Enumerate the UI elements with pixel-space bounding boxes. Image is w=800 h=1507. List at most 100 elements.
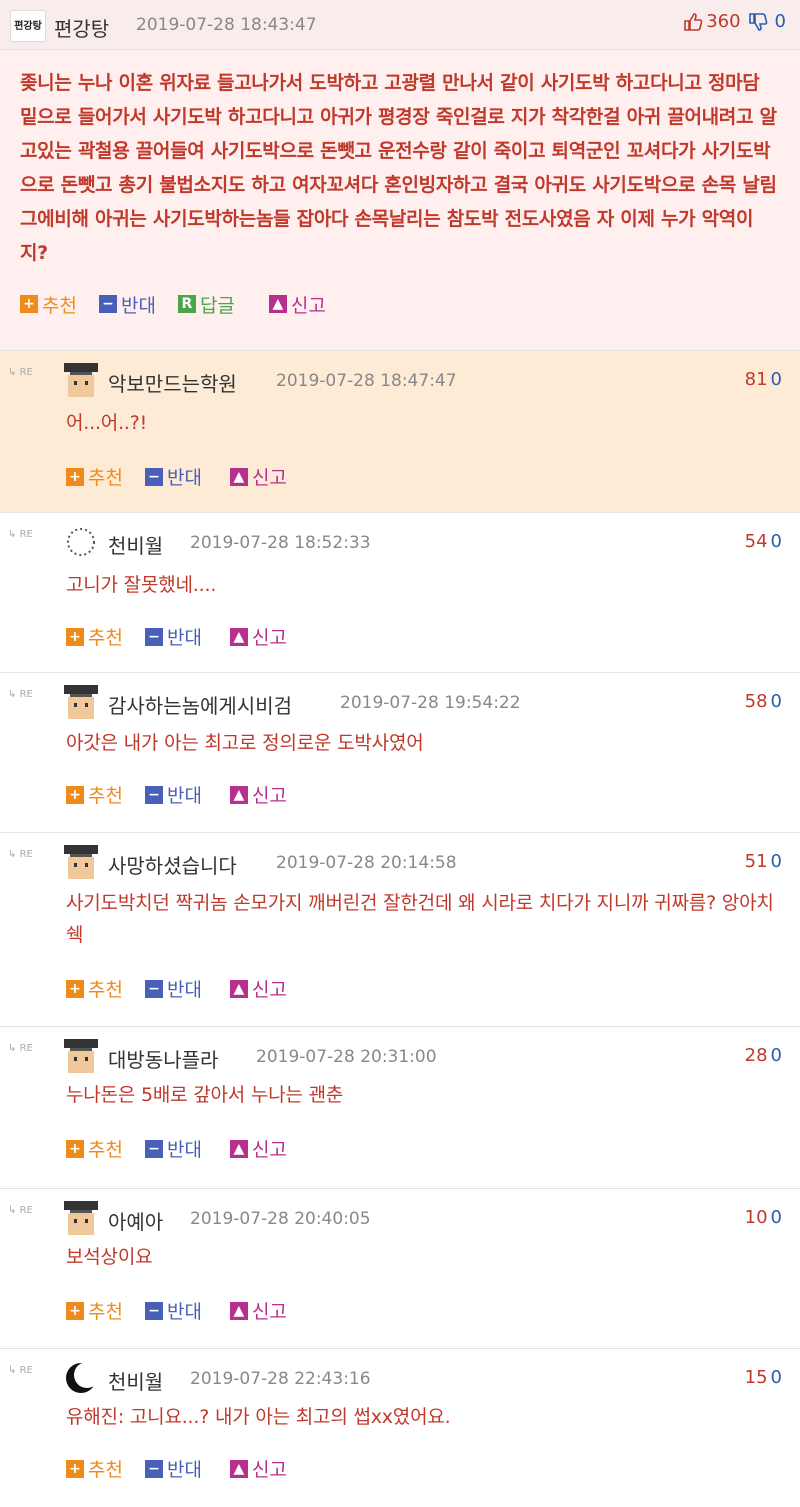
comment-actions: + 추천 − 반대 ▲ 신고 xyxy=(66,1135,287,1162)
minus-icon: − xyxy=(98,295,117,313)
thumbs-down-icon[interactable] xyxy=(748,12,768,32)
comment-author[interactable]: 천비월 xyxy=(108,1366,163,1395)
oppose-button[interactable]: − 반대 xyxy=(144,463,202,490)
post-body: 좆니는 누나 이혼 위자료 들고나가서 도박하고 고광렬 만나서 같이 사기도박… xyxy=(20,72,777,264)
comment-actions: + 추천 − 반대 ▲ 신고 xyxy=(66,463,287,490)
post-votes: 360 0 xyxy=(683,11,786,32)
comment-votes: 58 0 xyxy=(745,691,782,712)
comment-actions: + 추천 − 반대 ▲ 신고 xyxy=(66,1455,287,1482)
reply-r-icon: R xyxy=(177,295,196,313)
comment-dislike-count[interactable]: 0 xyxy=(771,1367,782,1388)
avatar[interactable] xyxy=(64,845,98,879)
comment-actions: + 추천 − 반대 ▲ 신고 xyxy=(66,975,287,1002)
oppose-button[interactable]: − 반대 xyxy=(144,1455,202,1482)
comment-author[interactable]: 감사하는놈에게시비검 xyxy=(108,690,292,719)
comment-body: 유해진: 고니요...? 내가 아는 최고의 썹xx였어요. xyxy=(66,1406,451,1428)
avatar[interactable] xyxy=(64,363,98,397)
comment-dislike-count[interactable]: 0 xyxy=(771,851,782,872)
comment-votes: 10 0 xyxy=(745,1207,782,1228)
oppose-button[interactable]: − 반대 xyxy=(144,975,202,1002)
comment-author[interactable]: 대방동나플라 xyxy=(108,1044,218,1073)
comment-like-count[interactable]: 81 xyxy=(745,369,768,390)
comment-like-count[interactable]: 10 xyxy=(745,1207,768,1228)
comment-date: 2019-07-28 18:52:33 xyxy=(190,533,371,553)
avatar[interactable] xyxy=(64,685,98,719)
recommend-button[interactable]: + 추천 xyxy=(66,1455,123,1482)
comment-dislike-count[interactable]: 0 xyxy=(771,531,782,552)
report-button[interactable]: ▲ 신고 xyxy=(229,463,287,490)
comment-item: ↳ RE 대방동나플라 2019-07-28 20:31:00 28 0 누나돈은 5배로… xyxy=(0,1026,800,1188)
comment-like-count[interactable]: 58 xyxy=(745,691,768,712)
plus-icon: + xyxy=(66,1459,84,1478)
reply-arrow-icon: ↳ RE xyxy=(8,529,33,540)
comment-item: ↳ RE 아예아 2019-07-28 20:40:05 10 0 보석상이요 + 추천 − 반대… xyxy=(0,1188,800,1348)
avatar[interactable] xyxy=(64,1201,98,1235)
report-button[interactable]: ▲ 신고 xyxy=(229,1297,287,1324)
recommend-button[interactable]: + 추천 xyxy=(66,623,123,650)
comment-author[interactable]: 아예아 xyxy=(108,1206,163,1235)
report-button[interactable]: ▲ 신고 xyxy=(229,623,287,650)
oppose-button[interactable]: − 반대 xyxy=(144,1297,202,1324)
siren-icon: ▲ xyxy=(229,1139,248,1158)
minus-icon: − xyxy=(144,467,163,486)
recommend-button[interactable]: + 추천 xyxy=(66,463,123,490)
comment-votes: 54 0 xyxy=(745,531,782,552)
thumbs-up-icon[interactable] xyxy=(683,12,703,32)
comment-author[interactable]: 천비월 xyxy=(108,530,163,559)
comment-actions: + 추천 − 반대 ▲ 신고 xyxy=(66,623,287,650)
reply-button[interactable]: R 답글 xyxy=(177,291,235,318)
comment-date: 2019-07-28 22:43:16 xyxy=(190,1369,371,1389)
report-button[interactable]: ▲ 신고 xyxy=(229,1455,287,1482)
comment-dislike-count[interactable]: 0 xyxy=(771,369,782,390)
comment-item: ↳ RE 사망하셨습니다 2019-07-28 20:14:58 51 0 사기도박치던 … xyxy=(0,832,800,1026)
recommend-button[interactable]: + 추천 xyxy=(66,1135,123,1162)
comment-body: 고니가 잘못했네.... xyxy=(66,574,217,596)
plus-icon: + xyxy=(66,785,84,804)
comment-actions: + 추천 − 반대 ▲ 신고 xyxy=(66,781,287,808)
recommend-button[interactable]: + 추천 xyxy=(20,291,77,318)
comment-dislike-count[interactable]: 0 xyxy=(771,1045,782,1066)
minus-icon: − xyxy=(144,785,163,804)
comment-author[interactable]: 사망하셨습니다 xyxy=(108,850,237,879)
post-like-count: 360 xyxy=(706,11,741,32)
comment-item: ↳ RE 감사하는놈에게시비검 2019-07-28 19:54:22 58 0 아갓은 … xyxy=(0,672,800,832)
plus-icon: + xyxy=(66,627,84,646)
comment-dislike-count[interactable]: 0 xyxy=(771,1207,782,1228)
post-author-avatar[interactable]: 편강탕 xyxy=(10,10,46,42)
minus-icon: − xyxy=(144,1301,163,1320)
recommend-button[interactable]: + 추천 xyxy=(66,975,123,1002)
comment-like-count[interactable]: 54 xyxy=(745,531,768,552)
recommend-button[interactable]: + 추천 xyxy=(66,1297,123,1324)
minus-icon: − xyxy=(144,1139,163,1158)
comment-votes: 51 0 xyxy=(745,851,782,872)
reply-arrow-icon: ↳ RE xyxy=(8,1043,33,1054)
comment-author[interactable]: 악보만드는학원 xyxy=(108,368,237,397)
minus-icon: − xyxy=(144,1459,163,1478)
report-button[interactable]: ▲ 신고 xyxy=(229,975,287,1002)
minus-icon: − xyxy=(144,979,163,998)
comment-votes: 15 0 xyxy=(745,1367,782,1388)
reply-arrow-icon: ↳ RE xyxy=(8,689,33,700)
report-button[interactable]: ▲ 신고 xyxy=(229,1135,287,1162)
comment-dislike-count[interactable]: 0 xyxy=(771,691,782,712)
oppose-button[interactable]: − 반대 xyxy=(144,623,202,650)
siren-icon: ▲ xyxy=(229,1459,248,1478)
oppose-button[interactable]: − 반대 xyxy=(144,781,202,808)
oppose-button[interactable]: − 반대 xyxy=(144,1135,202,1162)
siren-icon: ▲ xyxy=(229,467,248,486)
comment-like-count[interactable]: 51 xyxy=(745,851,768,872)
comment-date: 2019-07-28 20:31:00 xyxy=(256,1047,437,1067)
comment-like-count[interactable]: 28 xyxy=(745,1045,768,1066)
report-button[interactable]: ▲ 신고 xyxy=(229,781,287,808)
siren-icon: ▲ xyxy=(229,785,248,804)
comment-like-count[interactable]: 15 xyxy=(745,1367,768,1388)
oppose-button[interactable]: − 반대 xyxy=(98,291,156,318)
avatar[interactable] xyxy=(64,1361,100,1395)
avatar[interactable] xyxy=(64,525,98,559)
avatar[interactable] xyxy=(64,1039,98,1073)
comment-date: 2019-07-28 20:40:05 xyxy=(190,1209,371,1229)
recommend-button[interactable]: + 추천 xyxy=(66,781,123,808)
report-button[interactable]: ▲ 신고 xyxy=(268,291,326,318)
siren-icon: ▲ xyxy=(229,1301,248,1320)
post-author-name[interactable]: 편강탕 xyxy=(54,13,109,42)
